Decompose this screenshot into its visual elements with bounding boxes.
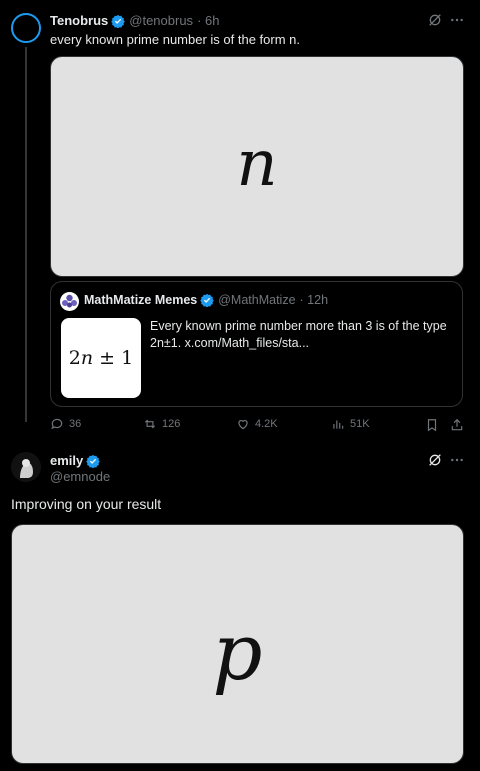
thumb-rest: ± 1 bbox=[93, 347, 134, 369]
tweet1-media-image[interactable]: n bbox=[50, 56, 464, 277]
mathmatize-avatar[interactable] bbox=[60, 292, 79, 311]
tweet1-time[interactable]: · 6h bbox=[197, 13, 219, 28]
tweet1-action-bar: 36 126 4.2K 51K bbox=[50, 417, 468, 435]
tweet2-header: emily bbox=[50, 453, 101, 468]
quoted-tweet[interactable]: MathMatize Memes @MathMatize · 12h 2n ± … bbox=[50, 281, 463, 407]
emily-avatar-image bbox=[11, 452, 41, 482]
reply-button[interactable]: 36 bbox=[50, 417, 81, 431]
reply-icon bbox=[51, 418, 63, 430]
verified-badge-icon bbox=[200, 293, 215, 307]
bookmark-icon[interactable] bbox=[425, 418, 439, 432]
tweet2-media-image[interactable]: p bbox=[11, 524, 464, 764]
verified-badge-icon bbox=[111, 14, 126, 28]
repost-icon bbox=[144, 419, 156, 429]
quote-time[interactable]: · 12h bbox=[300, 293, 329, 307]
media-symbol-n: n bbox=[236, 127, 278, 201]
emily-avatar[interactable] bbox=[11, 452, 41, 482]
repost-button[interactable]: 126 bbox=[143, 417, 180, 431]
quote-text-line1: Every known prime number more than 3 is … bbox=[150, 319, 447, 333]
quote-author-name[interactable]: MathMatize Memes bbox=[84, 293, 197, 307]
views-button[interactable]: 51K bbox=[331, 417, 370, 431]
views-icon bbox=[333, 420, 344, 429]
heart-icon bbox=[238, 420, 248, 430]
quote-header: MathMatize Memes @MathMatize · 12h bbox=[84, 293, 328, 307]
reply-count: 36 bbox=[69, 418, 82, 430]
repost-count: 126 bbox=[162, 418, 181, 430]
tweet1-author-name[interactable]: Tenobrus bbox=[50, 13, 108, 28]
more-options-icon[interactable] bbox=[449, 12, 465, 28]
mathmatize-logo-icon bbox=[62, 294, 77, 308]
thread-line bbox=[25, 47, 27, 422]
tweet2-author-name[interactable]: emily bbox=[50, 453, 83, 468]
more-options-icon[interactable] bbox=[449, 452, 465, 468]
grok-icon[interactable] bbox=[427, 12, 443, 28]
tweet1-handle[interactable]: @tenobrus bbox=[129, 13, 193, 28]
tweet2-handle[interactable]: @emnode bbox=[50, 469, 110, 484]
thumb-coefficient: 2 bbox=[68, 347, 81, 369]
tweet2-text: Improving on your result bbox=[11, 496, 162, 512]
tenobrus-avatar[interactable] bbox=[11, 13, 41, 43]
quote-handle[interactable]: @MathMatize bbox=[218, 293, 295, 307]
grok-icon[interactable] bbox=[427, 452, 443, 468]
quote-text-line2: 2n±1. x.com/Math_files/sta... bbox=[150, 336, 310, 350]
like-count: 4.2K bbox=[255, 418, 278, 430]
media-symbol-p: p bbox=[212, 608, 263, 698]
share-icon[interactable] bbox=[450, 418, 464, 432]
like-button[interactable]: 4.2K bbox=[236, 417, 278, 431]
quote-text: Every known prime number more than 3 is … bbox=[150, 318, 450, 352]
tweet1-text: every known prime number is of the form … bbox=[50, 32, 300, 47]
tweet1-header: Tenobrus @tenobrus · 6h bbox=[50, 13, 219, 28]
thumb-variable: n bbox=[80, 347, 94, 369]
view-count: 51K bbox=[350, 418, 370, 430]
verified-badge-icon bbox=[86, 454, 101, 468]
quote-thumbnail[interactable]: 2n ± 1 bbox=[61, 318, 141, 398]
